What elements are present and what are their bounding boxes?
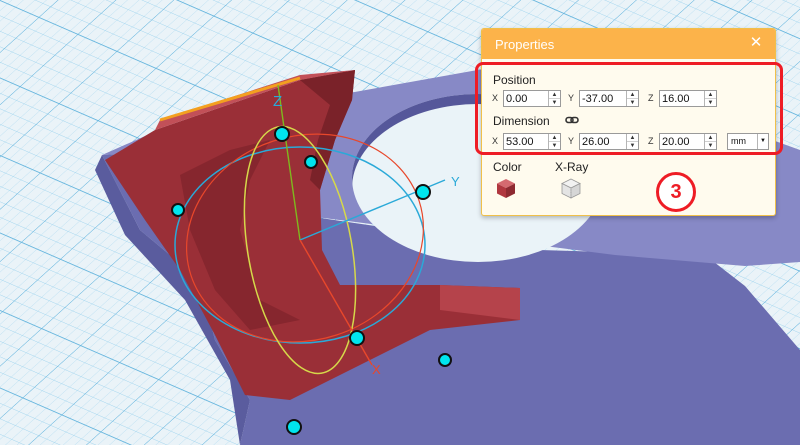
gizmo-handle[interactable]: [415, 184, 431, 200]
gizmo-handle[interactable]: [438, 353, 452, 367]
color-mode-label: Color: [493, 160, 522, 174]
xray-mode-label: X-Ray: [555, 160, 589, 174]
gizmo-handle[interactable]: [286, 419, 302, 435]
highlight-box: [475, 62, 783, 155]
gizmo-x-label: X: [372, 362, 381, 377]
gizmo-handle[interactable]: [171, 203, 185, 217]
close-icon[interactable]: ✕: [748, 35, 764, 51]
xray-cube-icon[interactable]: [560, 177, 582, 199]
gizmo-handle[interactable]: [349, 330, 365, 346]
color-cube-icon[interactable]: [495, 177, 517, 199]
step-callout: 3: [656, 172, 696, 212]
gizmo-z-label: Z: [273, 93, 282, 110]
panel-title: Properties: [495, 37, 555, 52]
panel-header[interactable]: Properties ✕: [482, 29, 775, 59]
gizmo-y-label: Y: [451, 174, 460, 189]
gizmo-handle[interactable]: [274, 126, 290, 142]
gizmo-handle[interactable]: [304, 155, 318, 169]
